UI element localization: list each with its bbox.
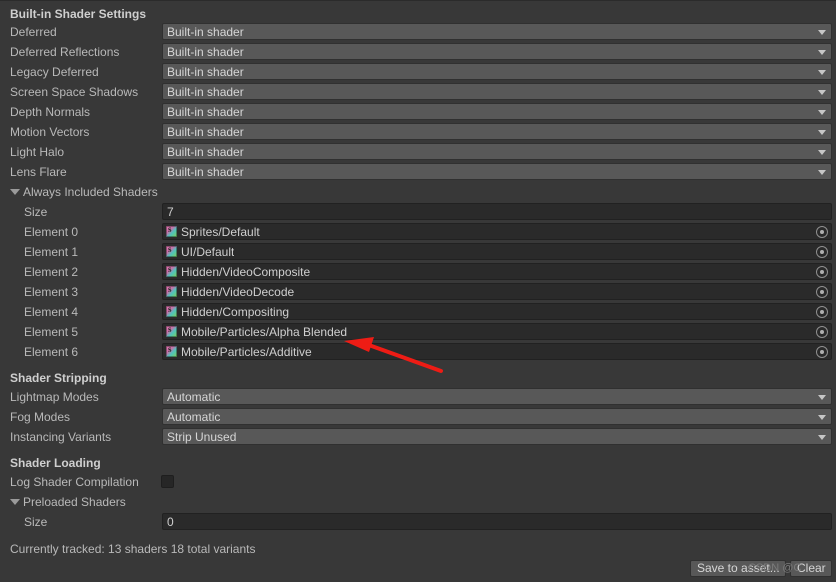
shader-icon: [166, 284, 177, 297]
label-depth-normals: Depth Normals: [10, 105, 91, 119]
chevron-down-icon: [818, 109, 826, 115]
popup-instancing-variants[interactable]: Strip Unused: [162, 428, 832, 445]
chevron-down-icon: [818, 394, 826, 400]
element-5-value: Mobile/Particles/Alpha Blended: [181, 324, 348, 339]
object-picker-icon[interactable]: [816, 225, 828, 238]
chevron-down-icon: [818, 129, 826, 135]
objectfield-element-4[interactable]: Hidden/Compositing: [162, 303, 832, 320]
popup-legacy-deferred[interactable]: Built-in shader: [162, 63, 832, 80]
popup-light-halo[interactable]: Built-in shader: [162, 143, 832, 160]
save-to-asset-button[interactable]: Save to asset...: [690, 560, 786, 577]
object-picker-icon[interactable]: [816, 345, 828, 358]
popup-lightmap-modes[interactable]: Automatic: [162, 388, 832, 405]
label-element-4: Element 4: [24, 305, 79, 319]
label-preloaded-size: Size: [24, 515, 48, 529]
shader-stripping-title: Shader Stripping: [10, 371, 107, 385]
object-picker-icon[interactable]: [816, 325, 828, 338]
popup-deferred-value: Built-in shader: [167, 24, 244, 39]
object-picker-icon[interactable]: [816, 285, 828, 298]
field-preloaded-size[interactable]: 0: [162, 513, 832, 530]
popup-screen-space-shadows-value: Built-in shader: [167, 84, 244, 99]
objectfield-element-5[interactable]: Mobile/Particles/Alpha Blended: [162, 323, 832, 340]
popup-deferred-reflections[interactable]: Built-in shader: [162, 43, 832, 60]
label-element-3: Element 3: [24, 285, 79, 299]
checkbox-log-shader-compilation[interactable]: [161, 475, 174, 488]
chevron-down-icon: [818, 89, 826, 95]
objectfield-element-3[interactable]: Hidden/VideoDecode: [162, 283, 832, 300]
chevron-down-icon: [818, 434, 826, 440]
popup-motion-vectors[interactable]: Built-in shader: [162, 123, 832, 140]
popup-legacy-deferred-value: Built-in shader: [167, 64, 244, 79]
popup-screen-space-shadows[interactable]: Built-in shader: [162, 83, 832, 100]
label-motion-vectors: Motion Vectors: [10, 125, 90, 139]
shader-icon: [166, 344, 177, 357]
builtin-shader-settings-title: Built-in Shader Settings: [10, 7, 147, 21]
clear-button[interactable]: Clear: [790, 560, 832, 577]
chevron-down-icon: [818, 29, 826, 35]
shader-icon: [166, 264, 177, 277]
field-always-included-size[interactable]: 7: [162, 203, 832, 220]
popup-lens-flare-value: Built-in shader: [167, 164, 244, 179]
element-0-value: Sprites/Default: [181, 224, 260, 239]
label-element-6: Element 6: [24, 345, 79, 359]
label-lens-flare: Lens Flare: [10, 165, 67, 179]
label-log-shader-compilation: Log Shader Compilation: [10, 475, 139, 489]
label-element-5: Element 5: [24, 325, 79, 339]
popup-instancing-variants-value: Strip Unused: [167, 429, 237, 444]
shader-icon: [166, 304, 177, 317]
element-3-value: Hidden/VideoDecode: [181, 284, 295, 299]
popup-lightmap-modes-value: Automatic: [167, 389, 221, 404]
object-picker-icon[interactable]: [816, 305, 828, 318]
panel-top-divider: [0, 0, 836, 1]
shader-icon: [166, 324, 177, 337]
popup-deferred-reflections-value: Built-in shader: [167, 44, 244, 59]
label-fog-modes: Fog Modes: [10, 410, 71, 424]
label-deferred-reflections: Deferred Reflections: [10, 45, 120, 59]
object-picker-icon[interactable]: [816, 245, 828, 258]
chevron-down-icon: [818, 169, 826, 175]
chevron-down-icon: [818, 49, 826, 55]
popup-fog-modes[interactable]: Automatic: [162, 408, 832, 425]
popup-motion-vectors-value: Built-in shader: [167, 124, 244, 139]
shader-icon: [166, 224, 177, 237]
preloaded-size-value: 0: [167, 514, 174, 529]
objectfield-element-0[interactable]: Sprites/Default: [162, 223, 832, 240]
element-2-value: Hidden/VideoComposite: [181, 264, 311, 279]
popup-deferred[interactable]: Built-in shader: [162, 23, 832, 40]
popup-light-halo-value: Built-in shader: [167, 144, 244, 159]
label-instancing-variants: Instancing Variants: [10, 430, 112, 444]
label-element-2: Element 2: [24, 265, 79, 279]
always-included-size-value: 7: [167, 204, 174, 219]
chevron-down-icon: [818, 149, 826, 155]
label-legacy-deferred: Legacy Deferred: [10, 65, 99, 79]
foldout-always-included-shaders-label[interactable]: Always Included Shaders: [23, 182, 158, 202]
shader-icon: [166, 244, 177, 257]
label-light-halo: Light Halo: [10, 145, 65, 159]
objectfield-element-6[interactable]: Mobile/Particles/Additive: [162, 343, 832, 360]
label-element-0: Element 0: [24, 225, 79, 239]
label-element-1: Element 1: [24, 245, 79, 259]
foldout-preloaded-shaders-label[interactable]: Preloaded Shaders: [23, 492, 126, 512]
shader-loading-title: Shader Loading: [10, 456, 101, 470]
popup-lens-flare[interactable]: Built-in shader: [162, 163, 832, 180]
label-deferred: Deferred: [10, 25, 57, 39]
popup-depth-normals[interactable]: Built-in shader: [162, 103, 832, 120]
tracked-shaders-status: Currently tracked: 13 shaders 18 total v…: [10, 542, 256, 556]
label-screen-space-shadows: Screen Space Shadows: [10, 85, 139, 99]
objectfield-element-2[interactable]: Hidden/VideoComposite: [162, 263, 832, 280]
element-6-value: Mobile/Particles/Additive: [181, 344, 312, 359]
element-4-value: Hidden/Compositing: [181, 304, 290, 319]
foldout-always-included-shaders-icon[interactable]: [10, 189, 20, 195]
popup-fog-modes-value: Automatic: [167, 409, 221, 424]
objectfield-element-1[interactable]: UI/Default: [162, 243, 832, 260]
element-1-value: UI/Default: [181, 244, 235, 259]
label-always-included-size: Size: [24, 205, 48, 219]
popup-depth-normals-value: Built-in shader: [167, 104, 244, 119]
object-picker-icon[interactable]: [816, 265, 828, 278]
chevron-down-icon: [818, 69, 826, 75]
chevron-down-icon: [818, 414, 826, 420]
unity-graphics-settings-panel: Built-in Shader Settings Deferred Built-…: [0, 0, 836, 582]
foldout-preloaded-shaders-icon[interactable]: [10, 499, 20, 505]
label-lightmap-modes: Lightmap Modes: [10, 390, 99, 404]
